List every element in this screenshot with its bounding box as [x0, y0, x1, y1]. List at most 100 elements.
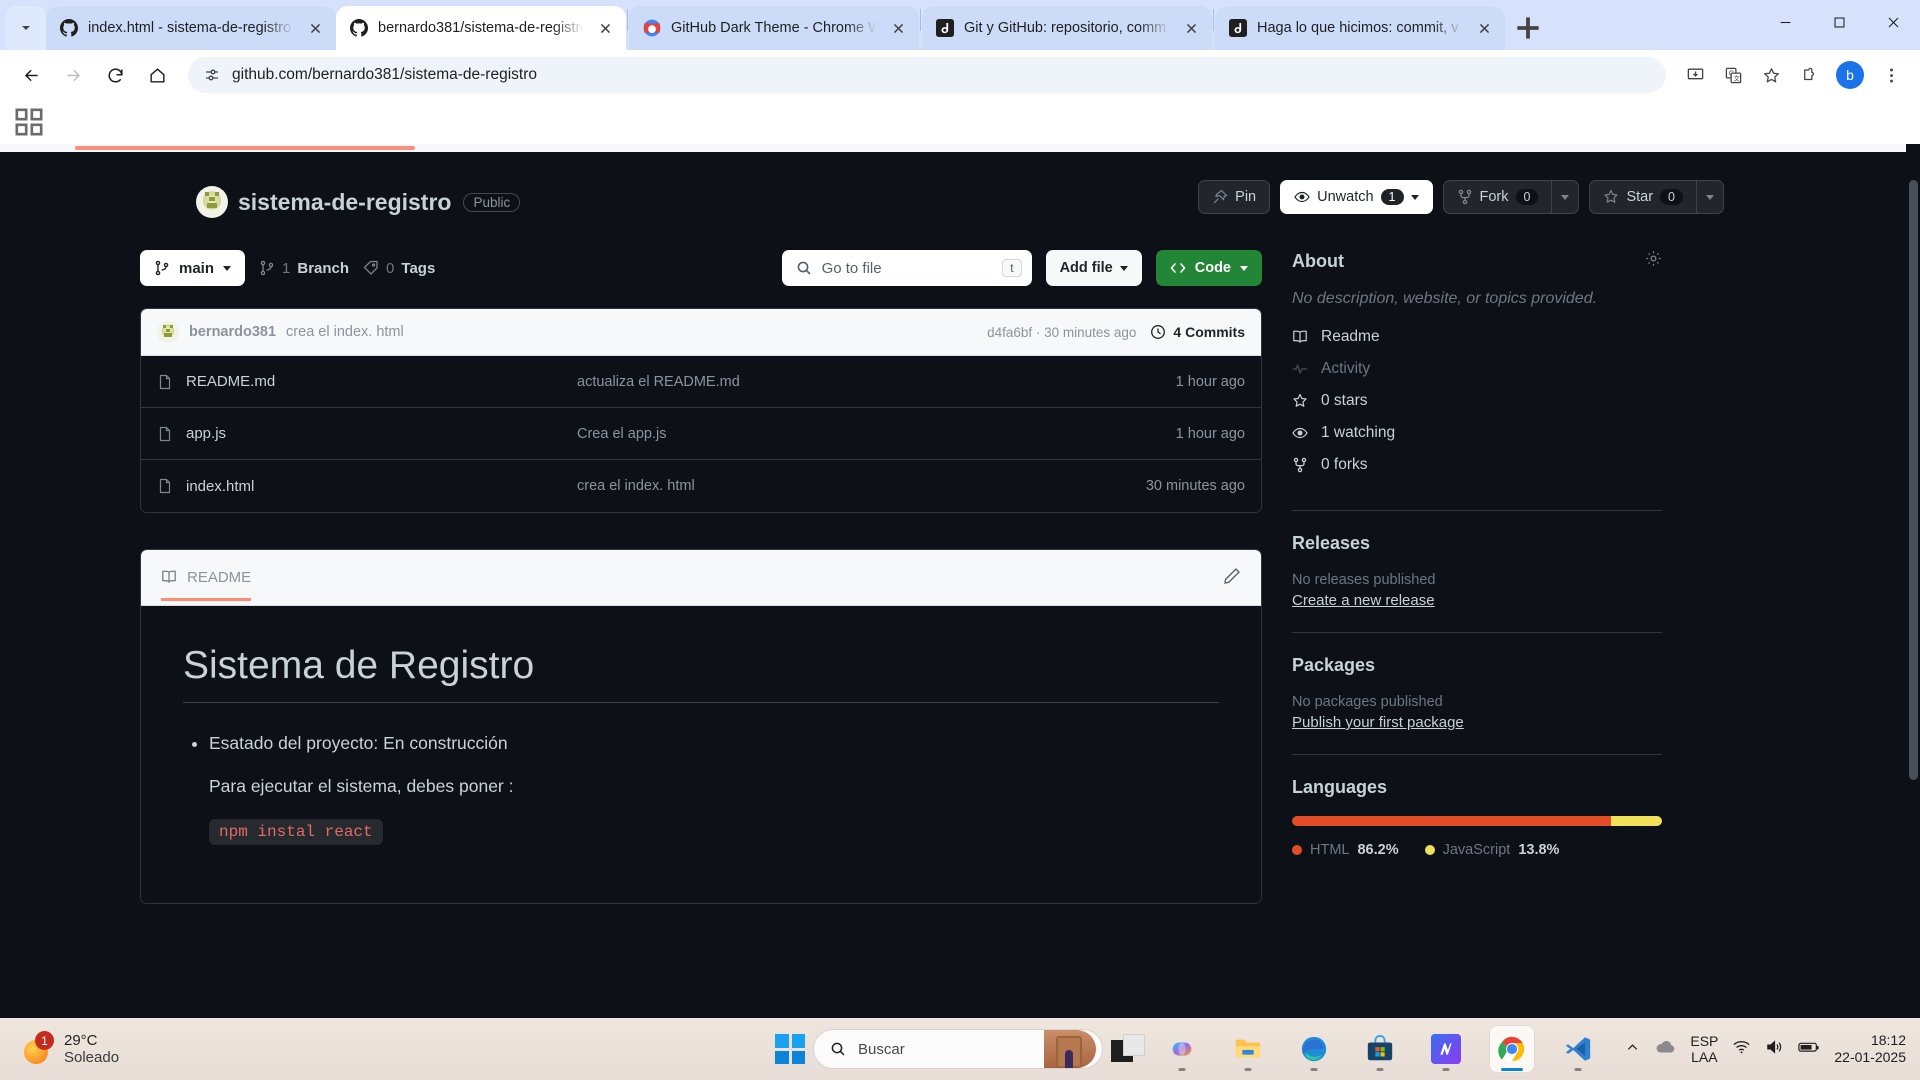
- minimize-icon[interactable]: [1758, 0, 1812, 44]
- page-scrollbar[interactable]: [1906, 144, 1920, 1018]
- vscode-icon[interactable]: [1556, 1026, 1600, 1072]
- commit-sha-and-time: d4fa6bf · 30 minutes ago: [987, 324, 1137, 340]
- go-to-file-input[interactable]: Go to file t: [781, 250, 1032, 286]
- reload-icon[interactable]: [96, 56, 134, 94]
- file-name[interactable]: app.js: [186, 425, 226, 442]
- volume-icon[interactable]: [1765, 1039, 1784, 1060]
- scrollbar-thumb[interactable]: [1909, 180, 1918, 780]
- pin-button[interactable]: Pin: [1198, 180, 1271, 214]
- fork-button[interactable]: Fork 0: [1442, 180, 1552, 214]
- microsoft-store-icon[interactable]: [1358, 1026, 1402, 1072]
- branches-link[interactable]: 1 Branch: [259, 260, 349, 277]
- close-icon[interactable]: [594, 17, 616, 39]
- chevron-down-icon[interactable]: [1410, 194, 1419, 200]
- tab-readme[interactable]: README: [161, 569, 252, 601]
- legend-item-html[interactable]: HTML 86.2%: [1292, 842, 1399, 858]
- browser-tab-3[interactable]: GitHub Dark Theme - Chrome W: [629, 6, 919, 50]
- file-list: bernardo381 crea el index. html d4fa6bf …: [140, 308, 1262, 513]
- onedrive-cloud-icon[interactable]: [1654, 1039, 1676, 1060]
- mega-icon[interactable]: [1424, 1026, 1468, 1072]
- unwatch-button[interactable]: Unwatch 1: [1280, 180, 1433, 214]
- new-tab-icon[interactable]: [1511, 11, 1545, 45]
- readme-title: Sistema de Registro: [183, 644, 1219, 703]
- sidebar-item-forks[interactable]: 0 forks: [1292, 456, 1662, 474]
- browser-toolbar: github.com/bernardo381/sistema-de-regist…: [0, 50, 1920, 100]
- translate-icon[interactable]: G文: [1716, 58, 1750, 92]
- file-commit-message[interactable]: Crea el app.js: [577, 426, 1176, 442]
- star-dropdown-button[interactable]: [1696, 180, 1724, 214]
- sidebar-item-readme[interactable]: Readme: [1292, 328, 1662, 346]
- language-indicator[interactable]: ESP LAA: [1690, 1033, 1718, 1065]
- legend-item-javascript[interactable]: JavaScript 13.8%: [1424, 842, 1559, 858]
- task-view-button[interactable]: [1111, 1034, 1145, 1064]
- extensions-icon[interactable]: [1792, 58, 1826, 92]
- code-button[interactable]: Code: [1155, 250, 1262, 286]
- browser-tab-1[interactable]: index.html - sistema-de-registro: [46, 6, 336, 50]
- language-segment-javascript[interactable]: [1610, 816, 1662, 826]
- home-icon[interactable]: [138, 56, 176, 94]
- back-arrow-icon[interactable]: [12, 56, 50, 94]
- browser-tab-2[interactable]: bernardo381/sistema-de-registro: [336, 6, 626, 50]
- file-explorer-icon[interactable]: [1226, 1026, 1270, 1072]
- start-button[interactable]: [775, 1034, 805, 1064]
- commit-author-avatar[interactable]: [157, 321, 179, 343]
- profile-avatar[interactable]: b: [1836, 61, 1864, 89]
- language-segment-html[interactable]: [1292, 816, 1611, 826]
- gear-icon[interactable]: [1645, 250, 1662, 272]
- commit-count-link[interactable]: 4 Commits: [1150, 324, 1245, 340]
- clock[interactable]: 18:12 22-01-2025: [1834, 1032, 1906, 1066]
- weather-widget[interactable]: 1 29°C Soleado: [0, 1031, 119, 1066]
- chrome-icon[interactable]: [1490, 1026, 1534, 1072]
- close-icon[interactable]: [1473, 17, 1495, 39]
- file-name[interactable]: index.html: [186, 478, 254, 495]
- forward-arrow-icon[interactable]: [54, 56, 92, 94]
- releases-title: Releases: [1292, 533, 1371, 553]
- owner-avatar[interactable]: [196, 186, 228, 218]
- battery-icon[interactable]: [1798, 1040, 1820, 1059]
- close-icon[interactable]: [1180, 17, 1202, 39]
- close-icon[interactable]: [304, 17, 326, 39]
- file-commit-message[interactable]: actualiza el README.md: [577, 374, 1176, 390]
- wifi-icon[interactable]: [1732, 1039, 1751, 1060]
- tab-search-icon[interactable]: [6, 6, 46, 50]
- commit-sha[interactable]: d4fa6bf: [987, 325, 1032, 340]
- repo-name[interactable]: sistema-de-registro: [238, 189, 451, 216]
- commit-author[interactable]: bernardo381: [189, 324, 276, 340]
- maximize-icon[interactable]: [1812, 0, 1866, 44]
- install-app-icon[interactable]: [1678, 58, 1712, 92]
- chrome-menu-icon[interactable]: [1874, 58, 1908, 92]
- publish-package-link[interactable]: Publish your first package: [1292, 714, 1464, 731]
- site-settings-icon[interactable]: [204, 67, 220, 83]
- close-icon[interactable]: [887, 17, 909, 39]
- search-icon: [796, 260, 812, 276]
- bookmark-star-icon[interactable]: [1754, 58, 1788, 92]
- edit-pencil-icon[interactable]: [1223, 567, 1241, 602]
- add-file-button[interactable]: Add file: [1045, 250, 1142, 286]
- sidebar-item-watching[interactable]: 1 watching: [1292, 424, 1662, 442]
- releases-section: Releases No releases published Create a …: [1292, 533, 1662, 633]
- show-hidden-icons-icon[interactable]: [1625, 1040, 1640, 1058]
- close-window-icon[interactable]: [1866, 0, 1920, 44]
- pin-label: Pin: [1235, 189, 1257, 205]
- address-bar[interactable]: github.com/bernardo381/sistema-de-regist…: [188, 57, 1666, 93]
- browser-tab-5[interactable]: Haga lo que hicimos: commit, v: [1215, 6, 1505, 50]
- search-input[interactable]: Buscar: [813, 1029, 1103, 1069]
- copilot-icon[interactable]: [1160, 1026, 1204, 1072]
- create-release-link[interactable]: Create a new release: [1292, 592, 1435, 609]
- edge-icon[interactable]: [1292, 1026, 1336, 1072]
- commit-message[interactable]: crea el index. html: [286, 324, 404, 340]
- notification-badge: 1: [35, 1031, 54, 1050]
- tags-link[interactable]: 0 Tags: [363, 260, 435, 277]
- file-commit-message[interactable]: crea el index. html: [577, 478, 1146, 494]
- file-name[interactable]: README.md: [186, 373, 275, 390]
- table-row[interactable]: app.js Crea el app.js 1 hour ago: [141, 408, 1261, 460]
- branch-selector[interactable]: main: [140, 250, 246, 286]
- star-button[interactable]: Star 0: [1589, 180, 1696, 214]
- browser-tab-4[interactable]: Git y GitHub: repositorio, comm: [922, 6, 1212, 50]
- table-row[interactable]: README.md actualiza el README.md 1 hour …: [141, 356, 1261, 408]
- fork-dropdown-button[interactable]: [1551, 180, 1580, 214]
- sidebar-item-activity[interactable]: Activity: [1292, 360, 1662, 378]
- table-row[interactable]: index.html crea el index. html 30 minute…: [141, 460, 1261, 512]
- apps-grid-icon[interactable]: [14, 107, 44, 137]
- sidebar-item-stars[interactable]: 0 stars: [1292, 392, 1662, 410]
